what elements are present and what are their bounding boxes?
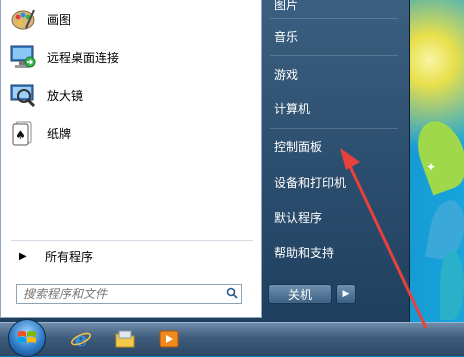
search-icon[interactable] [223, 287, 241, 302]
file-explorer-icon[interactable] [110, 325, 140, 353]
wallpaper-leaf [409, 114, 464, 196]
right-item-pictures[interactable]: 图片 [268, 0, 400, 16]
programs-divider [11, 240, 253, 241]
all-programs-label: 所有程序 [45, 249, 94, 264]
right-item-devices-printers[interactable]: 设备和打印机 [268, 170, 400, 194]
triangle-right-icon: ▶ [19, 250, 27, 262]
program-label: 远程桌面连接 [47, 50, 120, 65]
windows-logo-icon [18, 331, 36, 343]
internet-explorer-icon[interactable]: e [66, 325, 96, 353]
solitaire-icon: ♠ [9, 119, 37, 147]
right-item-label: 设备和打印机 [274, 175, 347, 190]
remote-desktop-icon [9, 43, 37, 71]
right-item-label: 图片 [274, 0, 299, 12]
program-label: 放大镜 [47, 88, 84, 103]
wallpaper-leaf [440, 250, 464, 320]
shutdown-label: 关机 [287, 287, 312, 302]
magnifier-icon [9, 81, 37, 109]
right-divider [270, 55, 398, 56]
shutdown-button[interactable]: 关机 [268, 284, 332, 304]
right-item-help-support[interactable]: 帮助和支持 [268, 240, 400, 264]
right-item-label: 控制面板 [274, 139, 323, 154]
right-divider [270, 128, 398, 129]
right-item-games[interactable]: 游戏 [268, 62, 400, 86]
shutdown-options-button[interactable]: ▶ [336, 284, 356, 304]
paint-icon [9, 5, 37, 33]
svg-text:e: e [75, 328, 88, 350]
right-item-music[interactable]: 音乐 [268, 24, 400, 48]
right-item-control-panel[interactable]: 控制面板 [268, 134, 400, 158]
taskbar: e [0, 319, 464, 357]
triangle-right-icon: ▶ [342, 289, 350, 299]
right-item-default-programs[interactable]: 默认程序 [268, 205, 400, 229]
search-box[interactable] [16, 284, 242, 304]
right-item-label: 计算机 [274, 101, 311, 116]
search-input[interactable] [17, 286, 223, 302]
wallpaper-sparkle: ✦ [426, 160, 437, 174]
media-player-icon[interactable] [154, 325, 184, 353]
right-item-label: 游戏 [274, 67, 299, 82]
program-magnifier[interactable]: 放大镜 [9, 78, 255, 112]
right-item-label: 默认程序 [274, 210, 323, 225]
svg-text:♠: ♠ [15, 128, 26, 142]
right-item-computer[interactable]: 计算机 [268, 96, 400, 120]
program-remote-desktop[interactable]: 远程桌面连接 [9, 40, 255, 74]
program-solitaire[interactable]: ♠ 纸牌 [9, 116, 255, 150]
right-item-label: 音乐 [274, 29, 299, 44]
program-label: 纸牌 [47, 126, 72, 141]
start-menu: 画图 远程桌面连接 放大镜 ♠ 纸牌 ▶ 所有程序 搜索程序和文件 图片 音乐 … [0, 0, 410, 324]
all-programs-button[interactable]: ▶ 所有程序 [13, 246, 253, 266]
right-item-label: 帮助和支持 [274, 245, 335, 260]
programs-pane: 画图 远程桌面连接 放大镜 ♠ 纸牌 ▶ 所有程序 [0, 0, 262, 318]
program-paint[interactable]: 画图 [9, 2, 255, 36]
right-divider [270, 18, 398, 19]
program-label: 画图 [47, 12, 72, 27]
wallpaper-leaf [425, 197, 464, 263]
start-button[interactable] [8, 319, 46, 357]
